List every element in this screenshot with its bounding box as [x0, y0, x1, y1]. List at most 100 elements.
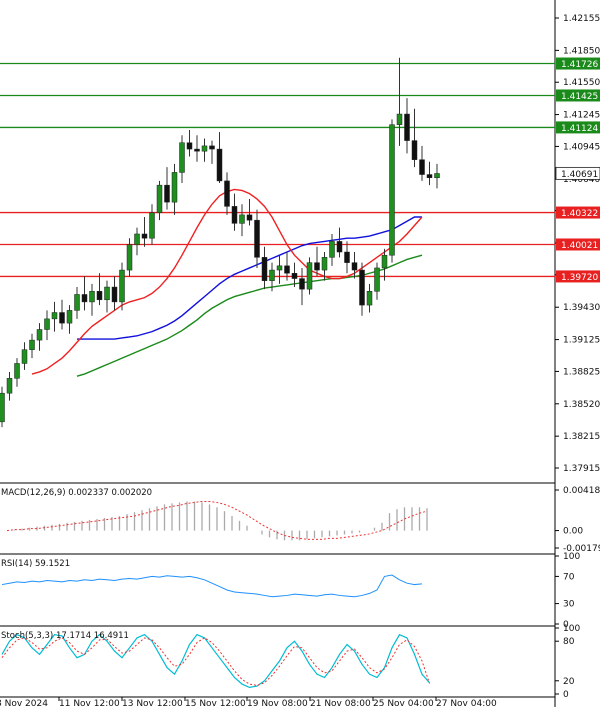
price-tick-label: 1.41550	[563, 78, 600, 88]
candle-body	[396, 113, 403, 125]
time-tick-label: 25 Nov 04:00	[373, 699, 434, 707]
candle-body	[186, 142, 193, 150]
candle-body	[306, 262, 313, 290]
price-level-label: 1.39720	[561, 273, 598, 283]
candle-body	[246, 214, 253, 221]
candle-body	[261, 257, 268, 281]
rsi-title: RSI(14) 59.1521	[1, 559, 70, 569]
candle-body	[171, 172, 178, 203]
candle-body	[141, 233, 148, 239]
candle-body	[419, 159, 425, 175]
current-price-label: 1.40691	[555, 166, 600, 180]
rsi-panel: 10070300	[1, 552, 580, 630]
candle-body	[374, 267, 380, 292]
candle-body	[51, 312, 58, 320]
price-chart[interactable]: 1.42155 1.41850 1.41550 1.41245 1.40945 1.406…	[0, 0, 600, 707]
candle-body	[111, 286, 118, 303]
price-level-label: 1.41726	[561, 60, 598, 70]
time-tick-label: 21 Nov 08:00	[310, 699, 371, 707]
time-tick-label: 8 Nov 2024	[0, 699, 48, 707]
candle-body	[336, 241, 343, 253]
rsi-tick-label: 100	[563, 552, 580, 562]
price-tick-label: 1.38520	[563, 400, 600, 410]
candle-body	[36, 329, 43, 341]
price-tick-label: 1.41245	[563, 111, 600, 121]
candle-body	[314, 262, 320, 271]
candle-body	[74, 294, 80, 311]
candle-body	[359, 269, 365, 306]
candle-body	[6, 378, 13, 394]
macd-tick-label: 0.004181	[563, 486, 600, 496]
candle-body	[179, 142, 185, 173]
candle-body	[44, 318, 50, 330]
candle-body	[59, 312, 65, 324]
price-tick-label: 1.38825	[563, 367, 600, 377]
candle-body	[329, 241, 335, 258]
candle-body	[104, 286, 110, 301]
macd-title: MACD(12,26,9) 0.002337 0.002020	[1, 488, 152, 498]
time-tick-label: 13 Nov 12:00	[122, 699, 183, 707]
candle-body	[21, 349, 28, 364]
stoch-d-line	[1, 637, 430, 686]
candle-body	[434, 173, 440, 178]
candle-body	[269, 269, 275, 281]
candle-body	[209, 145, 215, 150]
stoch-tick-label: 80	[563, 637, 575, 647]
time-tick-label: 19 Nov 08:00	[247, 699, 308, 707]
candle-body	[96, 291, 103, 301]
price-tick-label: 1.42155	[563, 14, 600, 24]
price-tick-label: 1.37915	[563, 464, 600, 474]
main-panel	[0, 0, 556, 707]
candle-body	[321, 257, 328, 271]
candle-body	[284, 265, 290, 274]
candle-body	[0, 392, 5, 423]
rsi-line	[1, 574, 423, 598]
current-price-text: 1.40691	[561, 170, 598, 180]
candle-body	[254, 219, 260, 258]
candle-body	[351, 262, 358, 271]
price-tick-label: 1.40945	[563, 142, 600, 152]
candle-body	[344, 251, 350, 263]
candle-body	[89, 291, 95, 303]
time-tick-label: 27 Nov 04:00	[436, 699, 497, 707]
candle-body	[299, 278, 305, 290]
candle-body	[156, 184, 163, 214]
candle-body	[81, 294, 88, 303]
candle-body	[411, 140, 418, 160]
time-axis: 8 Nov 2024 11 Nov 12:00 13 Nov 12:00 15 Nov…	[0, 697, 497, 707]
candle-body	[276, 265, 283, 271]
price-tick-label: 1.41850	[563, 46, 600, 56]
candle-body	[126, 244, 133, 271]
candle-body	[201, 145, 208, 152]
candle-body	[216, 148, 223, 182]
stoch-tick-label: 0	[563, 690, 569, 700]
candle-body	[134, 233, 140, 245]
candle-body	[231, 206, 238, 224]
price-level-label: 1.41425	[561, 92, 598, 102]
stoch-k-line	[1, 633, 430, 689]
stoch-tick-label: 100	[563, 624, 580, 634]
candle-body	[381, 254, 388, 269]
candle-body	[66, 310, 73, 324]
stoch-title: Stoch(5,3,3) 17.1714 16.4911	[1, 631, 129, 641]
candle-body	[29, 339, 35, 350]
candle-body	[14, 363, 20, 379]
time-tick-label: 11 Nov 12:00	[59, 699, 120, 707]
candle-body	[149, 212, 155, 239]
price-level-label: 1.40322	[561, 209, 598, 219]
price-level-label: 1.40021	[561, 241, 598, 251]
candle-body	[291, 272, 298, 279]
candle-body	[389, 124, 395, 256]
price-tick-label: 1.39125	[563, 336, 600, 346]
candle-body	[194, 148, 200, 152]
stoch-tick-label: 20	[563, 677, 575, 687]
candle-body	[224, 180, 230, 207]
candle-body	[239, 214, 245, 224]
candle-body	[366, 291, 373, 306]
price-tick-label: 1.39430	[563, 303, 600, 313]
macd-tick-label: 0.00	[563, 527, 583, 537]
time-tick-label: 15 Nov 12:00	[185, 699, 246, 707]
rsi-tick-label: 30	[563, 600, 575, 610]
candle-body	[404, 113, 410, 141]
candle-body	[426, 174, 433, 178]
